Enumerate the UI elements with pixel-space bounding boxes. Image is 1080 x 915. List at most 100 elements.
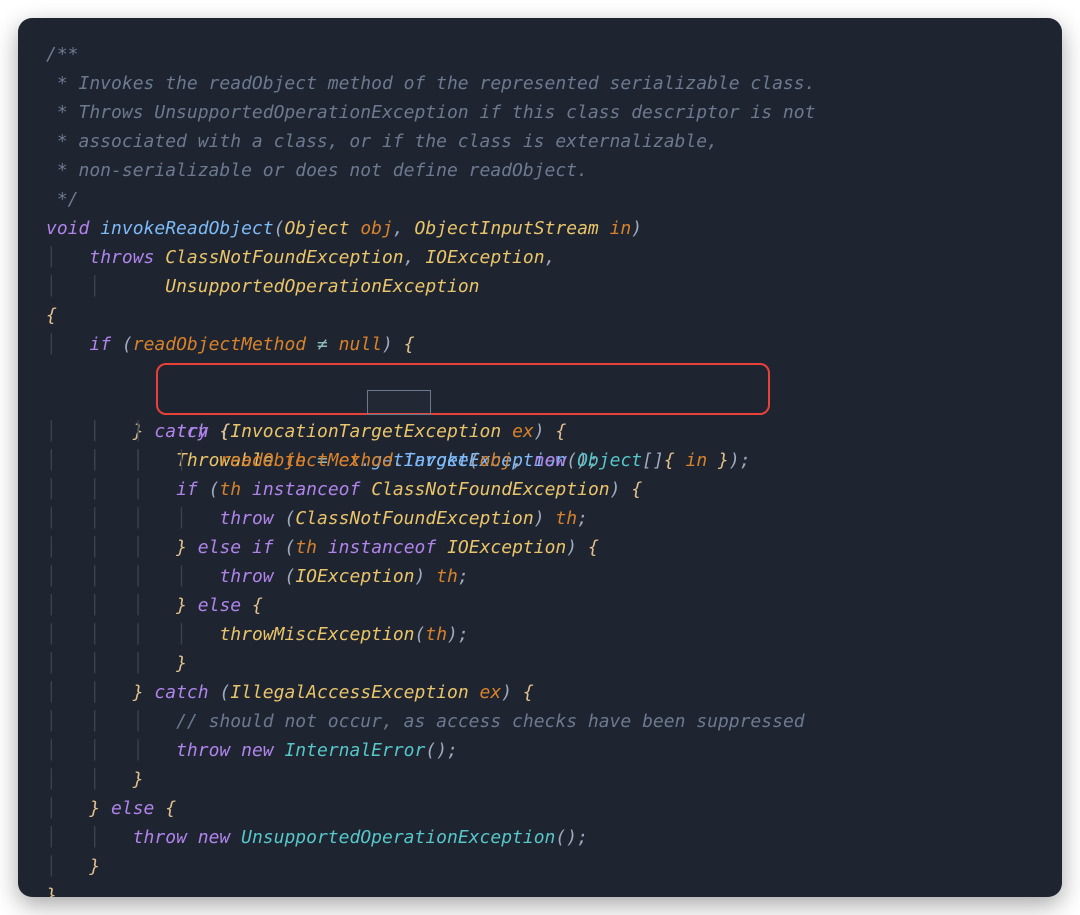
method-call: invoke xyxy=(404,450,469,471)
space xyxy=(349,218,360,239)
comment-text: * non-serializable or does not define re… xyxy=(46,160,588,181)
code-line: } xyxy=(46,881,1034,897)
close-paren: ) xyxy=(631,218,642,239)
code-snippet-panel: /** * Invokes the readObject method of t… xyxy=(18,18,1062,897)
code-line: │ │ │ throw new InternalError(); xyxy=(46,736,1034,765)
dot: . xyxy=(393,450,404,471)
comment-text: * Throws UnsupportedOperationException i… xyxy=(46,102,815,123)
keyword-throws: throws xyxy=(89,247,154,268)
code-line: void invokeReadObject(Object obj, Object… xyxy=(46,214,1034,243)
comma: , xyxy=(404,247,415,268)
code-line: │ │ │ // should not occur, as access che… xyxy=(46,707,1034,736)
comment-text: */ xyxy=(46,189,79,210)
code-line: │ throws ClassNotFoundException, IOExcep… xyxy=(46,243,1034,272)
identifier: readObjectMethod xyxy=(219,450,392,471)
code-line: │ } else { xyxy=(46,794,1034,823)
code-line: │ │ │ │ throw (IOException) th; xyxy=(46,562,1034,591)
code-line: │ │ │ │ throw (ClassNotFoundException) t… xyxy=(46,504,1034,533)
code-line: * Throws UnsupportedOperationException i… xyxy=(46,98,1034,127)
comma: , xyxy=(545,247,556,268)
code-line: │ │ │ } else if (th instanceof IOExcepti… xyxy=(46,533,1034,562)
code-line: /** xyxy=(46,40,1034,69)
close-sq: ] xyxy=(653,450,664,471)
type: InternalError xyxy=(284,740,425,761)
param: obj xyxy=(360,218,393,239)
comment-text: /** xyxy=(46,44,79,65)
indent-guide: │ xyxy=(176,450,187,471)
identifier: readObjectMethod xyxy=(133,334,306,355)
close-paren: ) xyxy=(382,334,393,355)
code-line: │ │ │ │ throwMiscException(th); xyxy=(46,620,1034,649)
keyword-throw: throw xyxy=(219,508,273,529)
indent-guide: │ xyxy=(46,247,57,268)
type: InvocationTargetException xyxy=(230,421,501,442)
code-line: * associated with a class, or if the cla… xyxy=(46,127,1034,156)
comma: , xyxy=(512,450,523,471)
op-neq: ≠ xyxy=(317,334,328,355)
code-line: │ │ │ } xyxy=(46,649,1034,678)
code-line: │ │ try { xyxy=(46,359,1034,388)
keyword-void: void xyxy=(46,218,89,239)
comment-text: * Invokes the readObject method of the r… xyxy=(46,73,815,94)
keyword-try: try xyxy=(176,421,209,442)
open-brace: { xyxy=(404,334,415,355)
close-paren: ) xyxy=(729,450,740,471)
open-sq: [ xyxy=(642,450,653,471)
code-line: │ │ throw new UnsupportedOperationExcept… xyxy=(46,823,1034,852)
keyword-if: if xyxy=(89,334,111,355)
type: Object xyxy=(284,218,349,239)
space xyxy=(599,218,610,239)
keyword-null: null xyxy=(339,334,382,355)
code-line: * Invokes the readObject method of the r… xyxy=(46,69,1034,98)
type: Object xyxy=(577,450,642,471)
close-brace: } xyxy=(718,450,729,471)
open-paren: ( xyxy=(122,334,133,355)
comma: , xyxy=(393,218,404,239)
indent-guide: │ xyxy=(89,450,100,471)
close-brace: } xyxy=(46,885,57,897)
code-line: │ │ │ if (th instanceof ClassNotFoundExc… xyxy=(46,475,1034,504)
code-line: │ } xyxy=(46,852,1034,881)
comment-text: * associated with a class, or if the cla… xyxy=(46,131,718,152)
code-line: │ │ UnsupportedOperationException xyxy=(46,272,1034,301)
type: UnsupportedOperationException xyxy=(241,827,555,848)
keyword-else-if: else if xyxy=(198,537,274,558)
keyword-instanceof: instanceof xyxy=(252,479,360,500)
code-line: │ if (readObjectMethod ≠ null) { xyxy=(46,330,1034,359)
code-line-highlighted: │ │ │ readObjectMethod.invoke(obj, new O… xyxy=(46,388,1034,417)
indent-guide: │ xyxy=(133,450,144,471)
identifier: in xyxy=(686,450,708,471)
cursor-selection-box xyxy=(367,390,431,415)
open-brace: { xyxy=(219,421,230,442)
type: ClassNotFoundException xyxy=(165,247,403,268)
code-line: │ │ │ } else { xyxy=(46,591,1034,620)
semi: ; xyxy=(740,450,751,471)
indent-guide: │ xyxy=(133,421,144,442)
type: IOException xyxy=(425,247,544,268)
keyword-else: else xyxy=(198,595,241,616)
code-line: * non-serializable or does not define re… xyxy=(46,156,1034,185)
code-line: │ │ } xyxy=(46,765,1034,794)
keyword-new: new xyxy=(534,450,567,471)
code-line: { xyxy=(46,301,1034,330)
open-brace: { xyxy=(664,450,675,471)
keyword-if: if xyxy=(176,479,198,500)
space xyxy=(89,218,100,239)
method-name: invokeReadObject xyxy=(100,218,273,239)
open-brace: { xyxy=(46,305,57,326)
code-line: */ xyxy=(46,185,1034,214)
open-paren: ( xyxy=(469,450,480,471)
indent-guide: │ xyxy=(89,276,100,297)
indent-guide: │ xyxy=(46,276,57,297)
method-call: throwMiscException xyxy=(219,624,414,645)
space xyxy=(404,218,415,239)
code-line: │ │ } catch (IllegalAccessException ex) … xyxy=(46,678,1034,707)
indent-guide: │ xyxy=(46,334,57,355)
line-comment: // should not occur, as access checks ha… xyxy=(176,711,805,732)
identifier: ex xyxy=(512,421,534,442)
identifier: obj xyxy=(480,450,513,471)
type: UnsupportedOperationException xyxy=(165,276,479,297)
param: in xyxy=(610,218,632,239)
indent-guide: │ xyxy=(89,421,100,442)
open-paren: ( xyxy=(274,218,285,239)
